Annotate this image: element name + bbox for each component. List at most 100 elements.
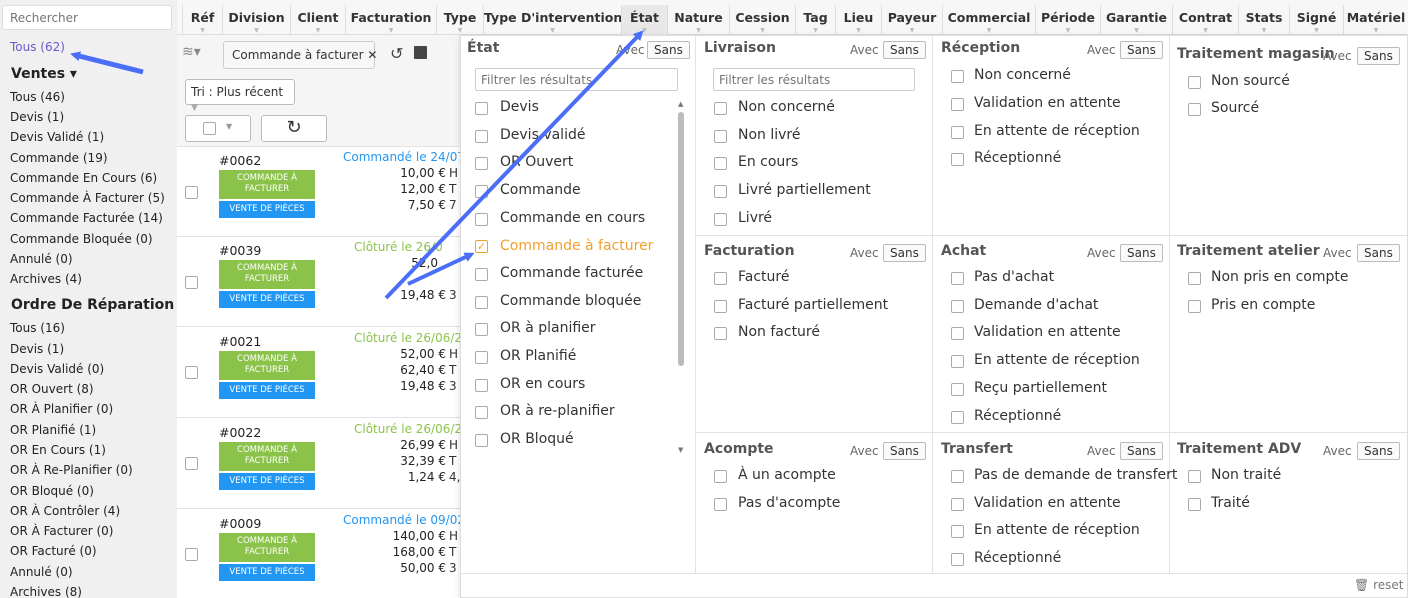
sidebar-item[interactable]: OR Bloqué (0)	[10, 484, 94, 498]
option-label[interactable]: Commande en cours	[500, 210, 645, 226]
checkbox[interactable]	[951, 470, 964, 483]
column-division[interactable]: Division ▼	[222, 5, 290, 35]
avec-toggle[interactable]: Avec	[1323, 49, 1352, 63]
option-label[interactable]: Non facturé	[738, 324, 820, 340]
option-label[interactable]: Réceptionné	[974, 150, 1061, 166]
checkbox[interactable]	[714, 470, 727, 483]
option-label[interactable]: Commande facturée	[500, 265, 643, 281]
sans-button[interactable]: Sans	[883, 244, 926, 262]
column-periode[interactable]: Période ▼	[1035, 5, 1100, 35]
sidebar-item[interactable]: OR À Contrôler (4)	[10, 504, 120, 518]
checkbox[interactable]	[714, 102, 727, 115]
option-label[interactable]: Non concerné	[974, 67, 1071, 83]
option-label[interactable]: Validation en attente	[974, 324, 1121, 340]
checkbox[interactable]	[951, 272, 964, 285]
checkbox[interactable]	[475, 323, 488, 336]
scroll-down-icon[interactable]: ▼	[678, 446, 683, 454]
refresh-button[interactable]: ↻	[261, 115, 327, 142]
sidebar-item[interactable]: Archives (4)	[10, 272, 82, 286]
option-label[interactable]: Devis validé	[500, 127, 585, 143]
sidebar-item[interactable]: Commande Bloquée (0)	[10, 232, 153, 246]
sidebar-item[interactable]: OR Ouvert (8)	[10, 382, 94, 396]
checkbox[interactable]	[951, 525, 964, 538]
sidebar-item[interactable]: Devis (1)	[10, 110, 64, 124]
option-label[interactable]: Commande bloquée	[500, 293, 641, 309]
sidebar-item[interactable]: Commande (19)	[10, 151, 108, 165]
checkbox[interactable]	[1188, 103, 1201, 116]
option-label[interactable]: OR à planifier	[500, 320, 596, 336]
checkbox[interactable]	[714, 157, 727, 170]
sidebar-item[interactable]: Devis Validé (0)	[10, 362, 104, 376]
option-label[interactable]: En attente de réception	[974, 522, 1140, 538]
column-payeur[interactable]: Payeur ▼	[881, 5, 942, 35]
option-label[interactable]: Commande	[500, 182, 581, 198]
checkbox[interactable]	[951, 383, 964, 396]
checkbox[interactable]	[951, 411, 964, 424]
option-label[interactable]: Livré	[738, 210, 772, 226]
sidebar-item[interactable]: Devis (1)	[10, 342, 64, 356]
sans-button[interactable]: Sans	[1357, 442, 1400, 460]
filter-input-etat[interactable]	[475, 68, 678, 91]
row-checkbox[interactable]	[185, 457, 198, 470]
checkbox[interactable]	[714, 130, 727, 143]
sidebar-section-or[interactable]: Ordre De Réparation ▾	[11, 297, 177, 313]
option-label[interactable]: Devis	[500, 99, 539, 115]
checkbox-checked[interactable]: ✓	[475, 240, 488, 253]
option-label[interactable]: Non traité	[1211, 467, 1281, 483]
checkbox[interactable]	[475, 379, 488, 392]
sans-button[interactable]: Sans	[1120, 442, 1163, 460]
column-facturation[interactable]: Facturation ▼	[345, 5, 436, 35]
checkbox[interactable]	[714, 185, 727, 198]
checkbox[interactable]	[475, 406, 488, 419]
sans-button[interactable]: Sans	[1120, 244, 1163, 262]
avec-toggle[interactable]: Avec	[850, 246, 879, 260]
checkbox[interactable]	[951, 327, 964, 340]
checkbox[interactable]	[951, 126, 964, 139]
sidebar-item[interactable]: Commande À Facturer (5)	[10, 191, 165, 205]
avec-toggle[interactable]: Avec	[1087, 444, 1116, 458]
column-contrat[interactable]: Contrat ▼	[1172, 5, 1238, 35]
column-garantie[interactable]: Garantie ▼	[1100, 5, 1172, 35]
scroll-up-icon[interactable]: ▲	[678, 100, 684, 108]
column-tag[interactable]: Tag ▼	[795, 5, 835, 35]
sidebar-item[interactable]: Devis Validé (1)	[10, 130, 104, 144]
checkbox[interactable]	[951, 553, 964, 566]
close-icon[interactable]: ✕	[367, 48, 377, 62]
option-label[interactable]: Pris en compte	[1211, 297, 1315, 313]
row-checkbox[interactable]	[185, 366, 198, 379]
row-checkbox[interactable]	[185, 548, 198, 561]
sidebar-item[interactable]: OR À Facturer (0)	[10, 524, 113, 538]
sidebar-item[interactable]: Commande Facturée (14)	[10, 211, 163, 225]
select-all-checkbox[interactable]	[203, 122, 216, 135]
sidebar-item-all[interactable]: Tous (62)	[10, 40, 65, 54]
column-ref[interactable]: Réf ▼	[182, 5, 222, 35]
option-label[interactable]: Pas de demande de transfert	[974, 467, 1177, 483]
option-label[interactable]: Sourcé	[1211, 100, 1259, 116]
checkbox[interactable]	[1188, 272, 1201, 285]
option-label[interactable]: Commande à facturer	[500, 238, 653, 254]
option-label[interactable]: OR Bloqué	[500, 431, 574, 447]
checkbox[interactable]	[951, 300, 964, 313]
sans-button[interactable]: Sans	[647, 41, 690, 59]
option-label[interactable]: Non concerné	[738, 99, 835, 115]
sort-select[interactable]: Tri : Plus récent ▼	[185, 79, 295, 113]
layers-icon[interactable]: ≋▾	[182, 44, 201, 60]
option-label[interactable]: Pas d'acompte	[738, 495, 840, 511]
checkbox[interactable]	[475, 434, 488, 447]
avec-toggle[interactable]: Avec	[1323, 444, 1352, 458]
sidebar-item[interactable]: Archives (8)	[10, 585, 82, 598]
filter-input-livraison[interactable]	[713, 68, 915, 91]
option-label[interactable]: Pas d'achat	[974, 269, 1054, 285]
scrollbar-thumb[interactable]	[678, 112, 684, 366]
sans-button[interactable]: Sans	[883, 442, 926, 460]
checkbox[interactable]	[475, 268, 488, 281]
option-label[interactable]: Réceptionné	[974, 408, 1061, 424]
checkbox[interactable]	[1188, 76, 1201, 89]
checkbox[interactable]	[951, 355, 964, 368]
save-icon[interactable]	[414, 46, 427, 59]
checkbox[interactable]	[475, 296, 488, 309]
sans-button[interactable]: Sans	[1120, 41, 1163, 59]
checkbox[interactable]	[951, 153, 964, 166]
sans-button[interactable]: Sans	[1357, 244, 1400, 262]
avec-toggle[interactable]: Avec	[1087, 246, 1116, 260]
